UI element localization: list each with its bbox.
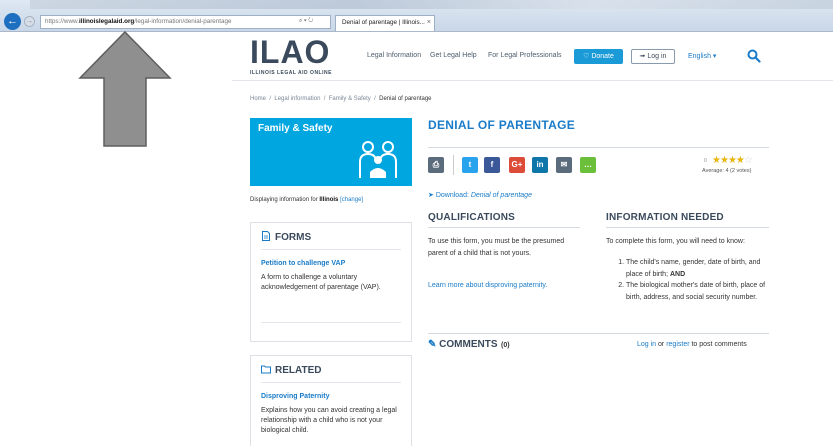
browser-chrome: ← → https://www.illinoislegalaid.org/leg… bbox=[0, 0, 833, 32]
disproving-paternity-description: Explains how you can avoid creating a le… bbox=[261, 407, 397, 434]
comments-count: (0) bbox=[501, 342, 510, 349]
qualifications-text: To use this form, you must be the presum… bbox=[428, 238, 565, 257]
change-location-link[interactable]: [change] bbox=[340, 197, 363, 203]
breadcrumb-home[interactable]: Home bbox=[250, 96, 266, 102]
family-icon bbox=[359, 141, 397, 178]
share-separator bbox=[453, 155, 454, 175]
star-icon[interactable]: ★ bbox=[728, 155, 737, 166]
ilao-logo[interactable]: ILAO ILLINOIS LEGAL AID ONLINE bbox=[250, 36, 360, 80]
display-location: Displaying information for Illinois [cha… bbox=[250, 197, 363, 203]
breadcrumb: Home / Legal information / Family & Safe… bbox=[250, 96, 432, 102]
forward-arrow-icon[interactable]: → bbox=[24, 16, 35, 27]
display-prefix: Displaying information for bbox=[250, 197, 320, 203]
comments-icon: ✎ bbox=[428, 339, 437, 350]
url-domain: illinoislegalaid.org bbox=[78, 18, 135, 25]
breadcrumb-separator: / bbox=[323, 96, 326, 102]
language-select[interactable]: English ▾ bbox=[688, 52, 716, 60]
page-title: DENIAL OF PARENTAGE bbox=[428, 118, 576, 132]
star-icon[interactable]: ☆ bbox=[744, 155, 753, 166]
header-divider bbox=[232, 80, 833, 81]
url-path: /legal-information/denial-parentage bbox=[134, 18, 232, 25]
download-icon: ➤ bbox=[428, 192, 434, 199]
comments-heading: ✎ COMMENTS bbox=[428, 339, 498, 350]
category-banner[interactable]: Family & Safety bbox=[250, 118, 412, 186]
list-item: The child's name, gender, date of birth,… bbox=[626, 257, 771, 280]
display-state: Illinois bbox=[319, 197, 339, 203]
annotation-arrow-icon bbox=[78, 30, 172, 147]
login-to-comment: Log in or register to post comments bbox=[637, 341, 747, 348]
comment-or: or bbox=[656, 341, 667, 348]
linkedin-icon[interactable]: in bbox=[532, 157, 548, 173]
download-link[interactable]: ➤ Download: Denial of parentage bbox=[428, 191, 532, 199]
breadcrumb-separator: / bbox=[269, 96, 272, 102]
comment-suffix: to post comments bbox=[689, 341, 747, 348]
forms-divider bbox=[261, 249, 401, 250]
donate-button[interactable]: ♡ Donate bbox=[574, 49, 623, 64]
comment-login-link[interactable]: Log in bbox=[637, 341, 656, 348]
info-item-1-and: AND bbox=[669, 270, 686, 278]
comment-register-link[interactable]: register bbox=[666, 341, 689, 348]
url-prefix: https://www. bbox=[45, 18, 79, 25]
qualifications-divider bbox=[428, 227, 580, 228]
download-label: Download: bbox=[435, 192, 471, 199]
twitter-icon[interactable]: t bbox=[462, 157, 478, 173]
forms-bottom-divider bbox=[261, 322, 401, 323]
qualifications-heading: QUALIFICATIONS bbox=[428, 212, 516, 223]
info-needed-heading: INFORMATION NEEDED bbox=[606, 212, 724, 223]
related-heading: RELATED bbox=[261, 364, 321, 376]
logo-subtitle: ILLINOIS LEGAL AID ONLINE bbox=[250, 70, 332, 76]
star-rating[interactable]: ★★★★☆ bbox=[704, 155, 753, 166]
breadcrumb-current: Denial of parentage bbox=[379, 96, 432, 102]
related-box: RELATED Disproving Paternity Explains ho… bbox=[250, 355, 412, 446]
qualifications-link-wrap: Learn more about disproving paternity. bbox=[428, 280, 588, 292]
title-divider bbox=[428, 147, 769, 148]
nav-legal-information[interactable]: Legal Information bbox=[367, 52, 421, 59]
address-bar[interactable]: https://www.illinoislegalaid.org/legal-i… bbox=[40, 15, 331, 29]
breadcrumb-legal-information[interactable]: Legal information bbox=[274, 96, 320, 102]
related-divider bbox=[261, 382, 401, 383]
email-icon[interactable]: ✉ bbox=[556, 157, 572, 173]
print-icon[interactable]: ⎙ bbox=[428, 157, 444, 173]
star-icon[interactable]: ★ bbox=[712, 155, 721, 166]
info-needed-intro: To complete this form, you will need to … bbox=[606, 238, 745, 245]
forms-box: FORMS Petition to challenge VAP A form t… bbox=[250, 222, 412, 342]
facebook-icon[interactable]: f bbox=[484, 157, 500, 173]
breadcrumb-family-safety[interactable]: Family & Safety bbox=[329, 96, 371, 102]
disproving-paternity-link[interactable]: Disproving Paternity bbox=[261, 393, 329, 400]
comments-heading-text: COMMENTS bbox=[439, 339, 498, 350]
forms-heading: FORMS bbox=[261, 231, 311, 243]
sms-icon[interactable]: … bbox=[580, 157, 596, 173]
search-icon[interactable] bbox=[747, 49, 761, 63]
petition-vap-description: A form to challenge a voluntary acknowle… bbox=[261, 274, 381, 291]
learn-more-link[interactable]: Learn more about disproving paternity. bbox=[428, 282, 547, 289]
petition-vap-link[interactable]: Petition to challenge VAP bbox=[261, 260, 345, 267]
download-filename: Denial of parentage bbox=[470, 192, 532, 199]
info-needed-list: The child's name, gender, date of birth,… bbox=[616, 257, 771, 303]
logo-text: ILAO bbox=[250, 34, 331, 70]
blurred-tab-strip bbox=[30, 0, 833, 9]
category-title: Family & Safety bbox=[258, 123, 333, 134]
nav-legal-professionals[interactable]: For Legal Professionals bbox=[488, 52, 562, 59]
star-icon[interactable]: ★ bbox=[736, 155, 745, 166]
rating-average: Average: 4 (2 votes) bbox=[702, 168, 752, 174]
login-button[interactable]: ➟ Log in bbox=[631, 49, 675, 64]
related-heading-text: RELATED bbox=[275, 365, 322, 376]
tab-title: Denial of parentage | Illinois... bbox=[342, 19, 425, 26]
breadcrumb-separator: / bbox=[374, 96, 376, 102]
browser-tab-active[interactable]: Denial of parentage | Illinois... × bbox=[335, 15, 435, 31]
document-icon bbox=[262, 231, 270, 241]
googleplus-icon[interactable]: G+ bbox=[509, 157, 525, 173]
tab-close-icon[interactable]: × bbox=[427, 16, 431, 30]
comments-divider bbox=[428, 333, 769, 334]
info-needed-divider bbox=[606, 227, 769, 228]
nav-get-legal-help[interactable]: Get Legal Help bbox=[430, 52, 477, 59]
address-tools[interactable]: ⌕ ▾ ↻ bbox=[299, 15, 313, 28]
forms-heading-text: FORMS bbox=[275, 232, 312, 243]
folder-icon bbox=[261, 365, 271, 374]
info-item-1-text: The child's name, gender, date of birth,… bbox=[626, 259, 761, 278]
star-icon[interactable]: ★ bbox=[720, 155, 729, 166]
list-item: The biological mother's date of birth, p… bbox=[626, 280, 771, 303]
back-arrow-icon[interactable]: ← bbox=[4, 13, 21, 30]
